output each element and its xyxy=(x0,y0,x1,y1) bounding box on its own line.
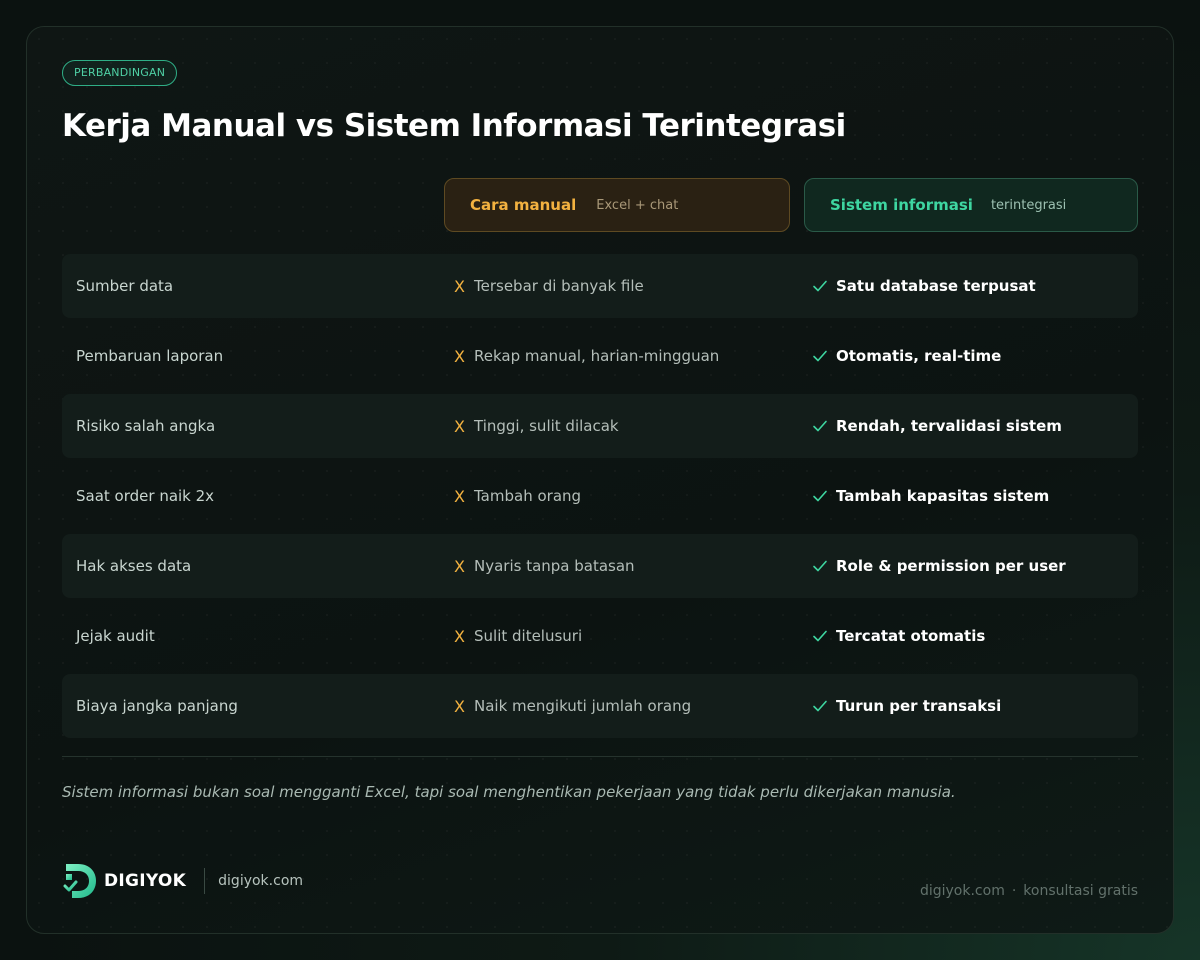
column-header-system-title: Sistem informasi xyxy=(830,196,973,214)
table-row: Pembaruan laporan X Rekap manual, harian-… xyxy=(62,324,1138,388)
row-system-text: Otomatis, real-time xyxy=(836,347,1002,365)
row-system-text: Role & permission per user xyxy=(836,557,1066,575)
footer-site-link[interactable]: digiyok.com xyxy=(920,883,1005,899)
comparison-table: Sumber data X Tersebar di banyak file Sat… xyxy=(62,254,1138,744)
row-system-text: Rendah, tervalidasi sistem xyxy=(836,417,1062,435)
check-icon xyxy=(813,560,827,572)
closing-quote: Sistem informasi bukan soal mengganti Ex… xyxy=(62,783,956,801)
brand-url-link[interactable]: digiyok.com xyxy=(218,873,303,889)
row-system-cell: Tambah kapasitas sistem xyxy=(812,487,1049,505)
row-system-text: Satu database terpusat xyxy=(836,277,1036,295)
row-manual-text: Sulit ditelusuri xyxy=(474,627,583,645)
table-row: Hak akses data X Nyaris tanpa batasan Rol… xyxy=(62,534,1138,598)
check-icon xyxy=(813,490,827,502)
page-title: Kerja Manual vs Sistem Informasi Terinte… xyxy=(62,108,846,144)
x-icon: X xyxy=(454,626,465,646)
row-manual-text: Tinggi, sulit dilacak xyxy=(474,417,619,435)
column-header-manual: Cara manual Excel + chat xyxy=(444,178,790,232)
row-manual-text: Tersebar di banyak file xyxy=(474,277,644,295)
row-manual-text: Tambah orang xyxy=(474,487,582,505)
column-header-manual-subtitle: Excel + chat xyxy=(596,197,679,213)
table-row: Risiko salah angka X Tinggi, sulit dilaca… xyxy=(62,394,1138,458)
row-manual-text: Rekap manual, harian-mingguan xyxy=(474,347,720,365)
row-label: Biaya jangka panjang xyxy=(76,697,238,715)
footer-cta-link[interactable]: konsultasi gratis xyxy=(1023,883,1138,899)
x-icon: X xyxy=(454,486,465,506)
column-header-system-subtitle: terintegrasi xyxy=(990,197,1067,213)
row-manual-cell: X Tersebar di banyak file xyxy=(454,277,644,296)
row-label: Sumber data xyxy=(76,277,174,295)
x-icon: X xyxy=(454,556,465,576)
x-icon: X xyxy=(454,346,465,366)
brand-separator xyxy=(204,868,206,894)
row-manual-text: Naik mengikuti jumlah orang xyxy=(474,697,692,715)
footer-separator: · xyxy=(1011,883,1017,899)
column-header-system: Sistem informasi terintegrasi xyxy=(804,178,1138,232)
table-row: Saat order naik 2x X Tambah orang Tambah … xyxy=(62,464,1138,528)
row-system-text: Tercatat otomatis xyxy=(836,627,986,645)
footer-links: digiyok.com · konsultasi gratis xyxy=(920,883,1138,899)
row-manual-cell: X Tambah orang xyxy=(454,487,581,506)
x-icon: X xyxy=(454,276,465,296)
row-manual-text: Nyaris tanpa batasan xyxy=(474,557,635,575)
digiyok-logo-icon xyxy=(63,864,96,898)
row-system-cell: Role & permission per user xyxy=(812,557,1066,575)
table-row: Jejak audit X Sulit ditelusuri Tercatat o… xyxy=(62,604,1138,668)
row-system-text: Tambah kapasitas sistem xyxy=(836,487,1050,505)
row-system-text: Turun per transaksi xyxy=(836,697,1002,715)
x-icon: X xyxy=(454,696,465,716)
row-system-cell: Turun per transaksi xyxy=(812,697,1001,715)
check-icon xyxy=(813,280,827,292)
row-label: Jejak audit xyxy=(76,627,155,645)
row-manual-cell: X Nyaris tanpa batasan xyxy=(454,557,635,576)
check-icon xyxy=(813,350,827,362)
column-header-manual-title: Cara manual xyxy=(470,196,577,214)
row-manual-cell: X Rekap manual, harian-mingguan xyxy=(454,347,719,366)
row-system-cell: Tercatat otomatis xyxy=(812,627,985,645)
row-manual-cell: X Sulit ditelusuri xyxy=(454,627,582,646)
table-row: Biaya jangka panjang X Naik mengikuti jum… xyxy=(62,674,1138,738)
category-badge: PERBANDINGAN xyxy=(62,60,178,86)
check-icon xyxy=(813,700,827,712)
check-icon xyxy=(813,420,827,432)
row-system-cell: Rendah, tervalidasi sistem xyxy=(812,417,1062,435)
row-label: Pembaruan laporan xyxy=(76,347,224,365)
brand-name: DIGIYOK xyxy=(104,871,187,891)
brand-logo[interactable]: DIGIYOK digiyok.com xyxy=(62,862,303,900)
table-row: Sumber data X Tersebar di banyak file Sat… xyxy=(62,254,1138,318)
x-icon: X xyxy=(454,416,465,436)
divider xyxy=(62,756,1138,757)
row-system-cell: Otomatis, real-time xyxy=(812,347,1001,365)
check-icon xyxy=(813,630,827,642)
row-manual-cell: X Tinggi, sulit dilacak xyxy=(454,417,619,436)
row-label: Risiko salah angka xyxy=(76,417,216,435)
row-manual-cell: X Naik mengikuti jumlah orang xyxy=(454,697,691,716)
row-label: Saat order naik 2x xyxy=(76,487,215,505)
row-label: Hak akses data xyxy=(76,557,192,575)
row-system-cell: Satu database terpusat xyxy=(812,277,1036,295)
